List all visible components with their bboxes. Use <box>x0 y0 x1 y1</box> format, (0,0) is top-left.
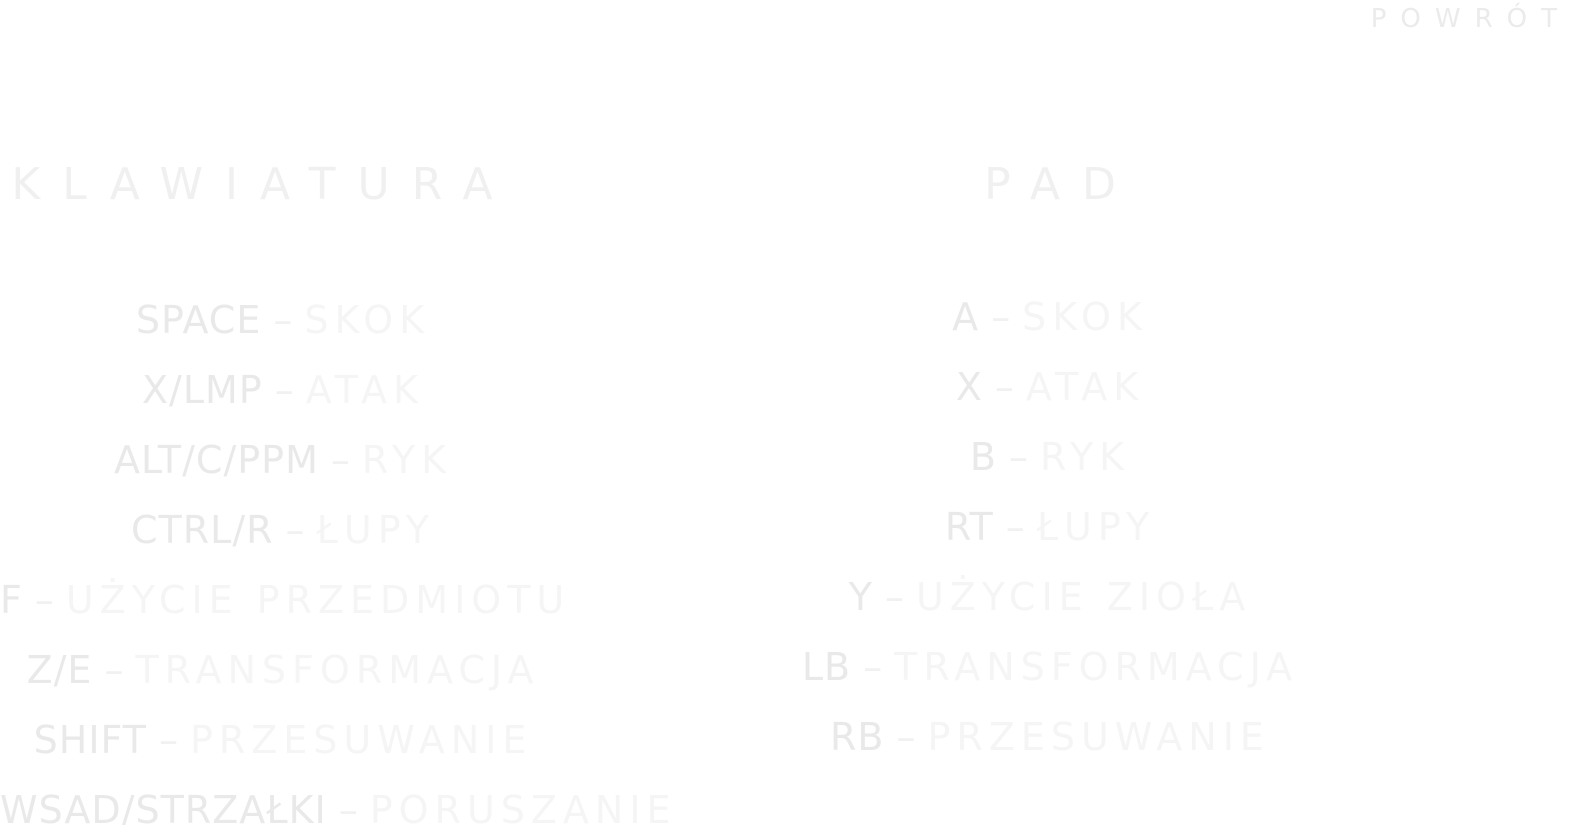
pad-binding-row: X – ATAK <box>790 355 1310 425</box>
pad-binding-row: LB – TRANSFORMACJA <box>790 635 1310 705</box>
keyboard-column: KLAWIATURA SPACE – SKOK X/LMP – ATAK ALT/C/P… <box>0 155 671 825</box>
binding-separator: – <box>1005 505 1025 549</box>
binding-action: UŻYCIE PRZEDMIOTU <box>65 578 571 622</box>
binding-separator: – <box>991 295 1011 339</box>
pad-binding-row: A – SKOK <box>790 285 1310 355</box>
binding-key: A <box>952 295 980 339</box>
binding-separator: – <box>884 575 904 619</box>
binding-separator: – <box>104 648 124 692</box>
keyboard-binding-row: ALT/C/PPM – RYK <box>0 425 566 495</box>
keyboard-bindings-list: SPACE – SKOK X/LMP – ATAK ALT/C/PPM – RYK CTRL… <box>0 285 671 825</box>
binding-action: SKOK <box>304 298 431 342</box>
binding-separator: – <box>285 508 305 552</box>
keyboard-binding-row: F – UŻYCIE PRZEDMIOTU <box>0 565 566 635</box>
binding-key: WSAD/STRZAŁKI <box>0 788 327 825</box>
pad-binding-row: RB – PRZESUWANIE <box>790 705 1310 775</box>
binding-separator: – <box>994 365 1014 409</box>
pad-bindings-list: A – SKOK X – ATAK B – RYK RT – ŁUPY Y – UŻYCIE ZIO… <box>790 285 1310 775</box>
pad-binding-row: Y – UŻYCIE ZIOŁA <box>790 565 1310 635</box>
binding-separator: – <box>158 718 178 762</box>
binding-key: SHIFT <box>33 718 147 762</box>
binding-separator: – <box>338 788 358 825</box>
binding-key: X/LMP <box>142 368 263 412</box>
binding-action: PRZESUWANIE <box>927 715 1270 759</box>
binding-action: ATAK <box>305 368 424 412</box>
keyboard-binding-row: SPACE – SKOK <box>0 285 566 355</box>
binding-separator: – <box>274 368 294 412</box>
binding-key: B <box>969 435 997 479</box>
binding-action: TRANSFORMACJA <box>135 648 540 692</box>
binding-action: SKOK <box>1022 295 1148 339</box>
pad-title: PAD <box>984 159 1138 210</box>
binding-key: Z/E <box>26 648 93 692</box>
binding-separator: – <box>1008 435 1028 479</box>
pad-column: PAD A – SKOK X – ATAK B – RYK RT – ŁUPY Y – UŻYCIE… <box>790 155 1310 775</box>
pad-binding-row: B – RYK <box>790 425 1310 495</box>
binding-key: Y <box>848 575 873 619</box>
binding-separator: – <box>330 438 350 482</box>
keyboard-title: KLAWIATURA <box>11 159 515 210</box>
keyboard-binding-row: CTRL/R – ŁUPY <box>0 495 566 565</box>
binding-key: ALT/C/PPM <box>113 438 319 482</box>
pad-binding-row: RT – ŁUPY <box>790 495 1310 565</box>
binding-key: SPACE <box>135 298 262 342</box>
binding-action: RYK <box>1039 435 1131 479</box>
binding-key: X <box>955 365 983 409</box>
back-button[interactable]: POWRÓT <box>1371 4 1571 34</box>
keyboard-binding-row: WSAD/STRZAŁKI – PORUSZANIE <box>0 775 671 825</box>
binding-separator: – <box>34 578 54 622</box>
binding-action: ATAK <box>1025 365 1145 409</box>
keyboard-binding-row: SHIFT – PRZESUWANIE <box>0 705 566 775</box>
binding-separator: – <box>863 645 883 689</box>
binding-action: ŁUPY <box>1036 505 1156 549</box>
binding-action: PRZESUWANIE <box>189 718 533 762</box>
binding-separator: – <box>896 715 916 759</box>
binding-action: ŁUPY <box>316 508 435 552</box>
binding-action: PORUSZANIE <box>369 788 677 825</box>
controls-screen: POWRÓT KLAWIATURA SPACE – SKOK X/LMP – ATAK … <box>0 0 1571 825</box>
binding-key: RB <box>830 715 885 759</box>
binding-action: UŻYCIE ZIOŁA <box>915 575 1252 619</box>
binding-key: RT <box>944 505 994 549</box>
binding-separator: – <box>273 298 293 342</box>
binding-key: F <box>0 578 23 622</box>
binding-key: CTRL/R <box>131 508 274 552</box>
binding-action: TRANSFORMACJA <box>894 645 1299 689</box>
keyboard-binding-row: X/LMP – ATAK <box>0 355 566 425</box>
binding-key: LB <box>801 645 852 689</box>
binding-action: RYK <box>361 438 452 482</box>
keyboard-binding-row: Z/E – TRANSFORMACJA <box>0 635 566 705</box>
